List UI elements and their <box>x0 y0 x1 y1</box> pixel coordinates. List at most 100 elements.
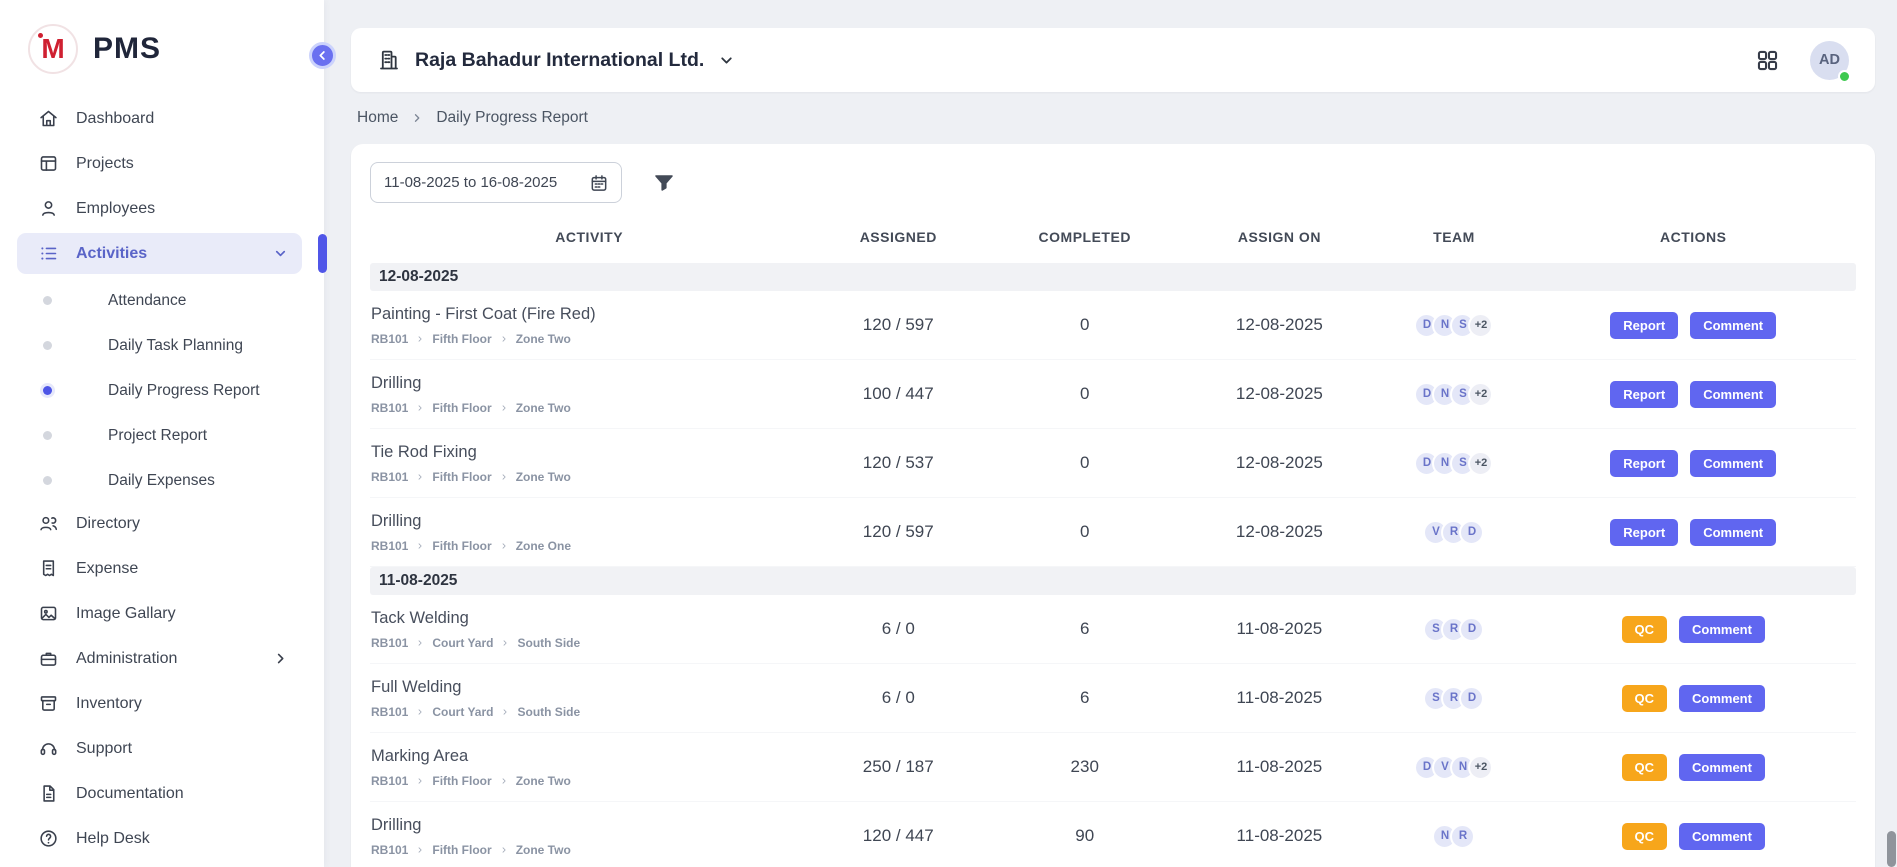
activity-row: DrillingRB101Fifth FloorZone One120 / 59… <box>370 498 1856 567</box>
sidebar-item-dashboard[interactable]: Dashboard <box>17 98 302 139</box>
progress-report-table: ACTIVITYASSIGNEDCOMPLETEDASSIGN ONTEAMAC… <box>370 203 1856 867</box>
scrollbar-thumb[interactable] <box>1887 831 1896 867</box>
chevron-right-icon <box>416 404 424 412</box>
assigned-cell: 120 / 537 <box>808 453 988 473</box>
team-member-avatar: D <box>1459 686 1484 711</box>
sidebar-subitem-daily-expenses[interactable]: Daily Expenses <box>17 458 302 503</box>
sidebar-item-expense[interactable]: Expense <box>17 548 302 589</box>
user-avatar[interactable]: AD <box>1810 41 1849 80</box>
column-header-activity: ACTIVITY <box>370 229 808 245</box>
sidebar-item-label: Help Desk <box>76 830 150 848</box>
comment-button[interactable]: Comment <box>1690 381 1776 408</box>
path-segment: Zone Two <box>516 401 571 415</box>
completed-cell: 230 <box>988 757 1181 777</box>
activity-title: Drilling <box>371 816 798 835</box>
app-title: PMS <box>93 32 161 66</box>
calendar-icon[interactable] <box>589 173 609 193</box>
top-header-bar: Raja Bahadur International Ltd. AD <box>351 28 1875 92</box>
sidebar-subitem-daily-task-planning[interactable]: Daily Task Planning <box>17 323 302 368</box>
breadcrumb-home-link[interactable]: Home <box>357 109 398 127</box>
comment-button[interactable]: Comment <box>1679 685 1765 712</box>
assigned-cell: 6 / 0 <box>808 619 988 639</box>
chevron-right-icon <box>416 335 424 343</box>
completed-cell: 6 <box>988 619 1181 639</box>
sidebar-item-support[interactable]: Support <box>17 728 302 769</box>
activity-row: Full WeldingRB101Court YardSouth Side6 /… <box>370 664 1856 733</box>
sidebar-item-image-gallary[interactable]: Image Gallary <box>17 593 302 634</box>
logo-row: M PMS <box>0 0 324 98</box>
qc-button[interactable]: QC <box>1622 823 1668 850</box>
actions-cell: Report Comment <box>1531 519 1856 546</box>
sidebar-collapse-button[interactable] <box>309 42 336 69</box>
company-selector[interactable]: Raja Bahadur International Ltd. <box>377 48 735 72</box>
sidebar-subitem-label: Project Report <box>108 427 207 445</box>
sidebar-item-directory[interactable]: Directory <box>17 503 302 544</box>
path-segment: Fifth Floor <box>432 843 491 857</box>
completed-cell: 90 <box>988 826 1181 846</box>
actions-cell: QC Comment <box>1531 823 1856 850</box>
date-group-header: 12-08-2025 <box>370 263 1856 291</box>
actions-cell: Report Comment <box>1531 312 1856 339</box>
comment-button[interactable]: Comment <box>1690 312 1776 339</box>
comment-button[interactable]: Comment <box>1690 450 1776 477</box>
activity-row: DrillingRB101Fifth FloorZone Two120 / 44… <box>370 802 1856 867</box>
table-header-row: ACTIVITYASSIGNEDCOMPLETEDASSIGN ONTEAMAC… <box>370 203 1856 263</box>
report-button[interactable]: Report <box>1610 450 1678 477</box>
path-segment: RB101 <box>371 705 408 719</box>
path-segment: Fifth Floor <box>432 332 491 346</box>
chevron-right-icon <box>500 473 508 481</box>
assigned-cell: 120 / 597 <box>808 315 988 335</box>
sidebar-item-label: Activities <box>76 245 147 263</box>
sidebar-subitem-daily-progress-report[interactable]: Daily Progress Report <box>17 368 302 413</box>
filter-row: 11-08-2025 to 16-08-2025 <box>370 162 1856 203</box>
online-status-dot <box>1838 70 1851 83</box>
qc-button[interactable]: QC <box>1622 616 1668 643</box>
sidebar-item-documentation[interactable]: Documentation <box>17 773 302 814</box>
date-range-input[interactable]: 11-08-2025 to 16-08-2025 <box>370 162 622 203</box>
activity-location-path: RB101Court YardSouth Side <box>371 636 798 650</box>
path-segment: South Side <box>517 705 580 719</box>
column-header-team: TEAM <box>1377 229 1530 245</box>
assign-on-cell: 12-08-2025 <box>1181 384 1377 404</box>
chevron-right-icon <box>273 651 288 666</box>
activity-row: Painting - First Coat (Fire Red)RB101Fif… <box>370 291 1856 360</box>
sidebar-nav: DashboardProjectsEmployees Activities Atte… <box>0 98 324 863</box>
sidebar-item-employees[interactable]: Employees <box>17 188 302 229</box>
expense-icon <box>38 558 59 579</box>
comment-button[interactable]: Comment <box>1679 754 1765 781</box>
qc-button[interactable]: QC <box>1622 685 1668 712</box>
apps-grid-icon[interactable] <box>1755 48 1780 73</box>
sidebar-subitem-project-report[interactable]: Project Report <box>17 413 302 458</box>
filter-funnel-icon[interactable] <box>652 171 676 195</box>
comment-button[interactable]: Comment <box>1690 519 1776 546</box>
path-segment: Fifth Floor <box>432 470 491 484</box>
assign-on-cell: 11-08-2025 <box>1181 826 1377 846</box>
chevron-right-icon <box>416 708 424 716</box>
activity-location-path: RB101Fifth FloorZone Two <box>371 774 798 788</box>
activity-cell: Tie Rod FixingRB101Fifth FloorZone Two <box>370 433 808 494</box>
home-icon <box>38 108 59 129</box>
activity-row: Tie Rod FixingRB101Fifth FloorZone Two12… <box>370 429 1856 498</box>
activity-cell: Painting - First Coat (Fire Red)RB101Fif… <box>370 295 808 356</box>
sidebar-item-activities[interactable]: Activities <box>17 233 302 274</box>
chevron-right-icon <box>500 542 508 550</box>
team-cell: DVN+2 <box>1377 755 1530 780</box>
report-button[interactable]: Report <box>1610 381 1678 408</box>
actions-cell: QC Comment <box>1531 616 1856 643</box>
activity-row: Marking AreaRB101Fifth FloorZone Two250 … <box>370 733 1856 802</box>
comment-button[interactable]: Comment <box>1679 823 1765 850</box>
sidebar-item-inventory[interactable]: Inventory <box>17 683 302 724</box>
team-extra-count: +2 <box>1468 451 1493 476</box>
sidebar-item-help-desk[interactable]: Help Desk <box>17 818 302 859</box>
report-button[interactable]: Report <box>1610 519 1678 546</box>
sidebar-item-administration[interactable]: Administration <box>17 638 302 679</box>
chevron-right-icon <box>416 473 424 481</box>
sidebar-subitem-attendance[interactable]: Attendance <box>17 278 302 323</box>
comment-button[interactable]: Comment <box>1679 616 1765 643</box>
completed-cell: 0 <box>988 315 1181 335</box>
qc-button[interactable]: QC <box>1622 754 1668 781</box>
sidebar-item-projects[interactable]: Projects <box>17 143 302 184</box>
report-button[interactable]: Report <box>1610 312 1678 339</box>
activity-cell: Tack WeldingRB101Court YardSouth Side <box>370 599 808 660</box>
activity-title: Full Welding <box>371 678 798 697</box>
